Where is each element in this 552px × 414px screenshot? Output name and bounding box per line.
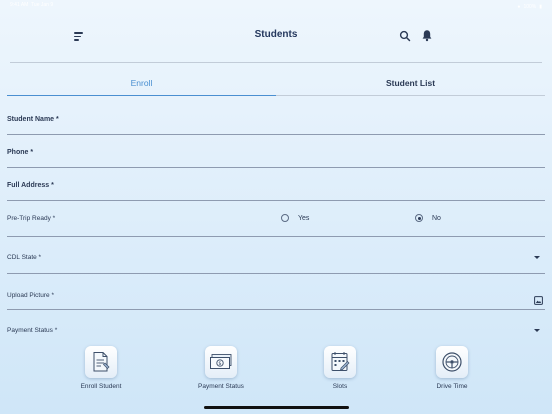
notification-bell-icon[interactable]: [421, 29, 433, 42]
tab-bar: Enroll Student List: [7, 78, 545, 96]
tab-student-list-label: Student List: [385, 78, 436, 88]
status-right: ● 100% ▮: [517, 2, 542, 12]
battery-icon: ▮: [539, 4, 542, 10]
wifi-icon: ●: [517, 4, 521, 10]
payment-status-dropdown[interactable]: Payment Status *: [7, 325, 545, 337]
svg-text:$: $: [218, 361, 221, 367]
battery-percent: 100%: [523, 4, 537, 10]
tab-enroll-label: Enroll: [130, 78, 153, 88]
cdl-state-chevron-down-icon: [534, 256, 540, 259]
phone-label: Phone *: [7, 149, 34, 156]
full-address-label: Full Address *: [7, 182, 54, 189]
active-tab-indicator: [7, 94, 276, 96]
cdl-state-label: CDL State *: [7, 254, 42, 261]
radio-no-label: No: [432, 214, 441, 222]
student-name-label: Student Name *: [7, 116, 59, 123]
upload-picture-field[interactable]: Upload Picture *: [7, 290, 545, 310]
nav-slots[interactable]: Slots: [300, 346, 380, 394]
enroll-document-icon: [85, 346, 117, 378]
full-address-input[interactable]: Full Address *: [7, 180, 545, 201]
student-name-input[interactable]: Student Name *: [7, 114, 545, 135]
header-divider: [10, 62, 542, 63]
home-indicator[interactable]: [204, 406, 349, 409]
calendar-edit-icon: [324, 346, 356, 378]
radio-no-circle[interactable]: [415, 214, 423, 222]
status-time: 9:41 AM: [10, 2, 29, 8]
phone-underline: [7, 167, 545, 168]
upload-picture-label: Upload Picture *: [7, 292, 54, 299]
tab-baseline: [276, 95, 545, 96]
tab-student-list[interactable]: Student List: [276, 78, 545, 96]
steering-wheel-icon: [436, 346, 468, 378]
top-app-bar: Students: [0, 26, 552, 46]
cdl-state-dropdown[interactable]: CDL State *: [7, 252, 545, 274]
nav-enroll-student[interactable]: Enroll Student: [61, 346, 141, 394]
cdl-state-underline: [7, 273, 545, 274]
radio-yes-label: Yes: [298, 214, 310, 222]
menu-icon[interactable]: [72, 30, 86, 42]
status-left: 9:41 AM Tue Jan 9: [10, 2, 53, 12]
nav-drive-time-label: Drive Time: [436, 383, 468, 390]
nav-slots-label: Slots: [332, 383, 348, 390]
search-icon[interactable]: [399, 29, 411, 42]
payment-status-label: Payment Status *: [7, 327, 58, 334]
payment-status-chevron-down-icon: [534, 329, 540, 332]
nav-drive-time[interactable]: Drive Time: [412, 346, 492, 394]
cash-icon: $: [205, 346, 237, 378]
pre-trip-ready-label: Pre-Trip Ready *: [7, 215, 56, 222]
nav-payment-status[interactable]: $ Payment Status: [181, 346, 261, 394]
student-name-underline: [7, 134, 545, 135]
radio-no[interactable]: No: [415, 214, 441, 222]
full-address-underline: [7, 200, 545, 201]
status-bar: 9:41 AM Tue Jan 9 ● 100% ▮: [10, 2, 542, 12]
phone-input[interactable]: Phone *: [7, 147, 545, 168]
upload-picture-underline: [7, 309, 545, 310]
tab-enroll[interactable]: Enroll: [7, 78, 276, 96]
status-date: Tue Jan 9: [31, 2, 54, 8]
nav-enroll-student-label: Enroll Student: [80, 383, 122, 390]
pre-trip-ready-group: Pre-Trip Ready * Yes No: [7, 209, 545, 237]
radio-yes[interactable]: Yes: [281, 214, 309, 222]
image-icon[interactable]: [534, 292, 543, 305]
pre-trip-ready-underline: [7, 236, 545, 237]
radio-yes-circle[interactable]: [281, 214, 289, 222]
nav-payment-status-label: Payment Status: [198, 383, 244, 390]
